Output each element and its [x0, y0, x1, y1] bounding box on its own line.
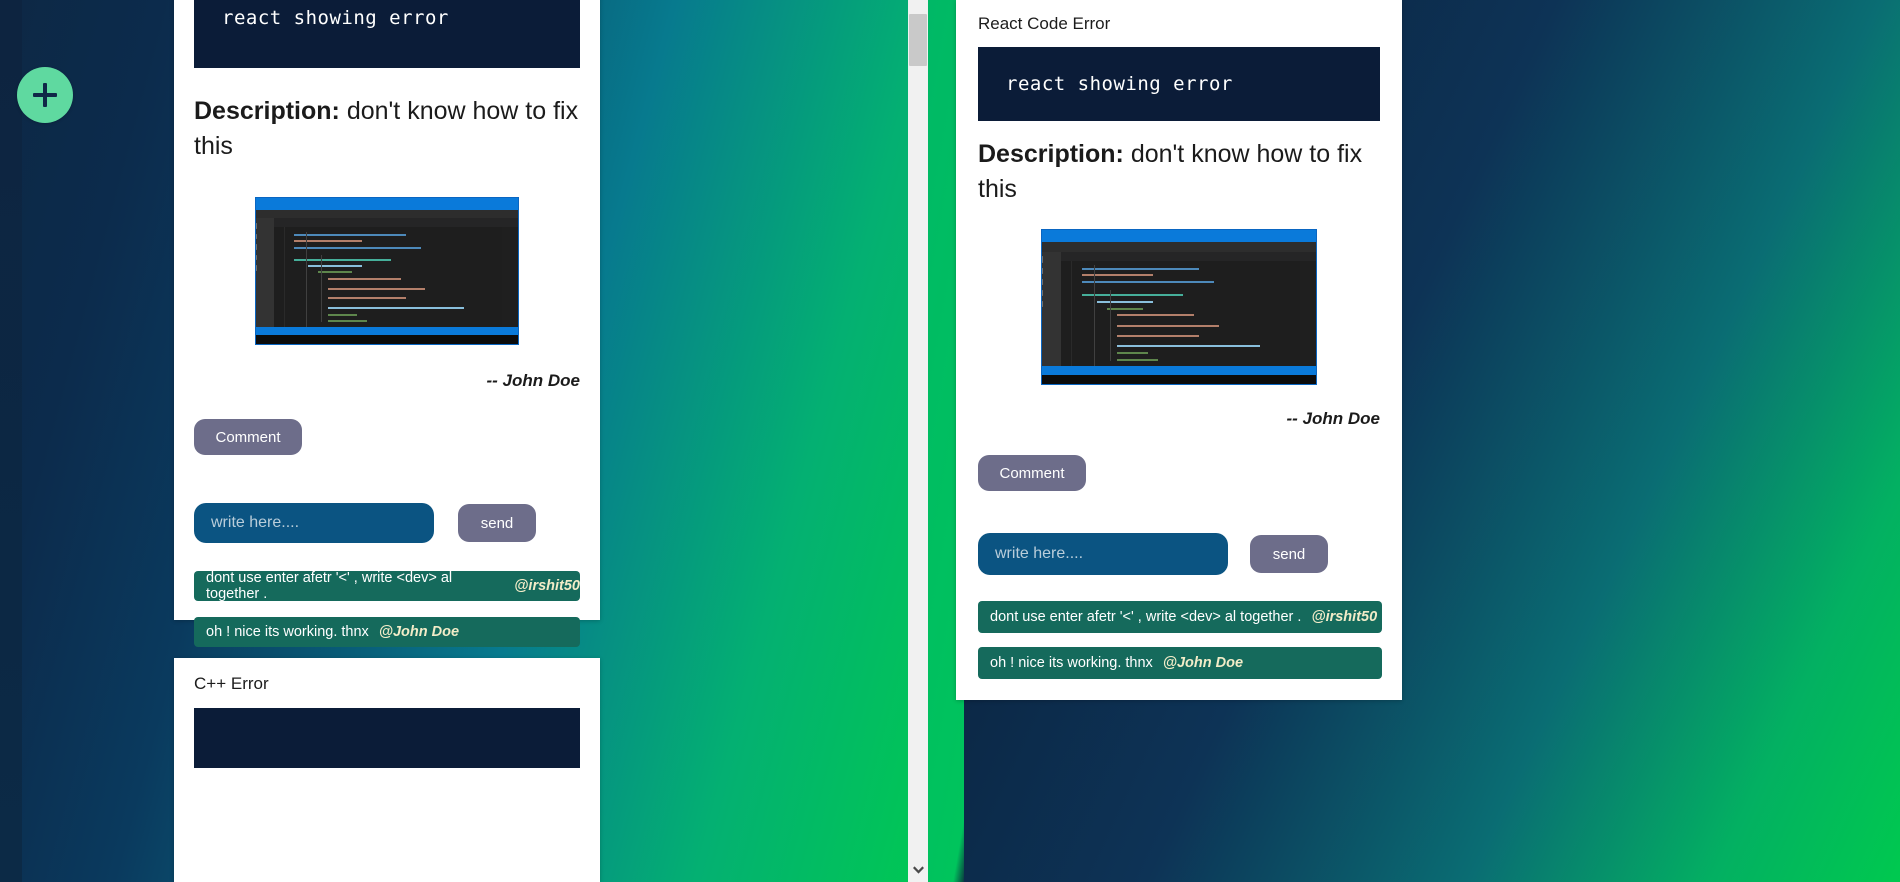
- description-label-right: Description:: [978, 140, 1124, 168]
- post-card-cpp-left[interactable]: C++ Error: [174, 658, 600, 882]
- screenshot-taskbar: [256, 335, 518, 344]
- post-description-left: Description: don't know how to fix this: [194, 94, 580, 163]
- scrollbar-thumb[interactable]: [909, 14, 927, 66]
- screenshot-statusbar: [1042, 365, 1316, 375]
- screenshot-statusbar: [256, 326, 518, 336]
- post-card-react-left[interactable]: react showing error Description: don't k…: [174, 0, 600, 647]
- comment-compose-row-right: send: [978, 533, 1380, 575]
- add-post-fab-left[interactable]: [17, 67, 73, 123]
- post-code-title-left: react showing error: [194, 0, 580, 68]
- comment-compose-row-left: send: [194, 503, 580, 543]
- screenshot-activitybar: [256, 218, 275, 336]
- left-browser-pane: react showing error Description: don't k…: [0, 0, 928, 882]
- screenshot-menubar: [1042, 242, 1316, 252]
- comment-button-left[interactable]: Comment: [194, 419, 302, 455]
- plus-icon: [32, 82, 58, 108]
- comment-handle-left-1[interactable]: @irshit50: [514, 578, 580, 594]
- screenshot-editor: [1061, 260, 1316, 375]
- screenshot-activitybar: [1042, 251, 1062, 375]
- comment-handle-left-2[interactable]: @John Doe: [379, 624, 459, 640]
- left-edge-strip: [0, 0, 22, 882]
- comment-text-left-1: dont use enter afetr '<' , write <dev> a…: [206, 570, 453, 602]
- post-code-title-cpp: [194, 708, 580, 768]
- comment-bubble-left-2: oh ! nice its working. thnx @John Doe: [194, 617, 580, 647]
- comment-input-left[interactable]: [194, 503, 434, 543]
- right-browser-pane: React Code Error react showing error Des…: [928, 0, 1900, 882]
- screenshot-titlebar: [1042, 230, 1316, 243]
- comment-text-left-2: oh ! nice its working. thnx: [206, 624, 369, 640]
- post-author-right: -- John Doe: [1286, 409, 1381, 428]
- comment-text-right-1: dont use enter afetr '<' , write <dev> a…: [990, 609, 1302, 625]
- description-label-left: Description:: [194, 97, 340, 125]
- screenshot-gutter: [1061, 260, 1073, 375]
- comment-handle-right-2[interactable]: @John Doe: [1163, 655, 1243, 671]
- screenshot-titlebar: [256, 198, 518, 210]
- screenshot-taskbar: [1042, 374, 1316, 384]
- post-code-title-right: react showing error: [978, 47, 1380, 121]
- post-author-left: -- John Doe: [486, 371, 581, 390]
- comment-input-right[interactable]: [978, 533, 1228, 575]
- chevron-down-icon[interactable]: [908, 861, 928, 879]
- comment-button-right[interactable]: Comment: [978, 455, 1086, 491]
- vertical-scrollbar[interactable]: [908, 0, 928, 882]
- send-button-right[interactable]: send: [1250, 535, 1328, 573]
- post-screenshot-left[interactable]: [255, 197, 519, 345]
- comment-handle-right-1[interactable]: @irshit50: [1311, 609, 1377, 625]
- post-screenshot-right[interactable]: [1041, 229, 1317, 385]
- post-title-cpp: C++ Error: [194, 674, 269, 693]
- comment-bubble-right-1: dont use enter afetr '<' , write <dev> a…: [978, 601, 1382, 633]
- comment-bubble-right-2: oh ! nice its working. thnx @John Doe: [978, 647, 1382, 679]
- post-title-right: React Code Error: [978, 14, 1111, 33]
- screenshot-menubar: [256, 209, 518, 219]
- screenshot-tabs: [274, 218, 518, 228]
- screenshot-tabs: [1061, 251, 1316, 261]
- screenshot-minimap: [502, 227, 518, 336]
- comment-text-right-2: oh ! nice its working. thnx: [990, 655, 1153, 671]
- post-description-right: Description: don't know how to fix this: [978, 137, 1380, 206]
- screenshot-minimap: [1299, 260, 1316, 375]
- screenshot-editor: [274, 227, 518, 336]
- screenshot-gutter: [274, 227, 285, 336]
- comment-bubble-left-1: dont use enter afetr '<' , write <dev> a…: [194, 570, 580, 602]
- post-card-react-right[interactable]: React Code Error react showing error Des…: [956, 0, 1402, 700]
- send-button-left[interactable]: send: [458, 504, 536, 542]
